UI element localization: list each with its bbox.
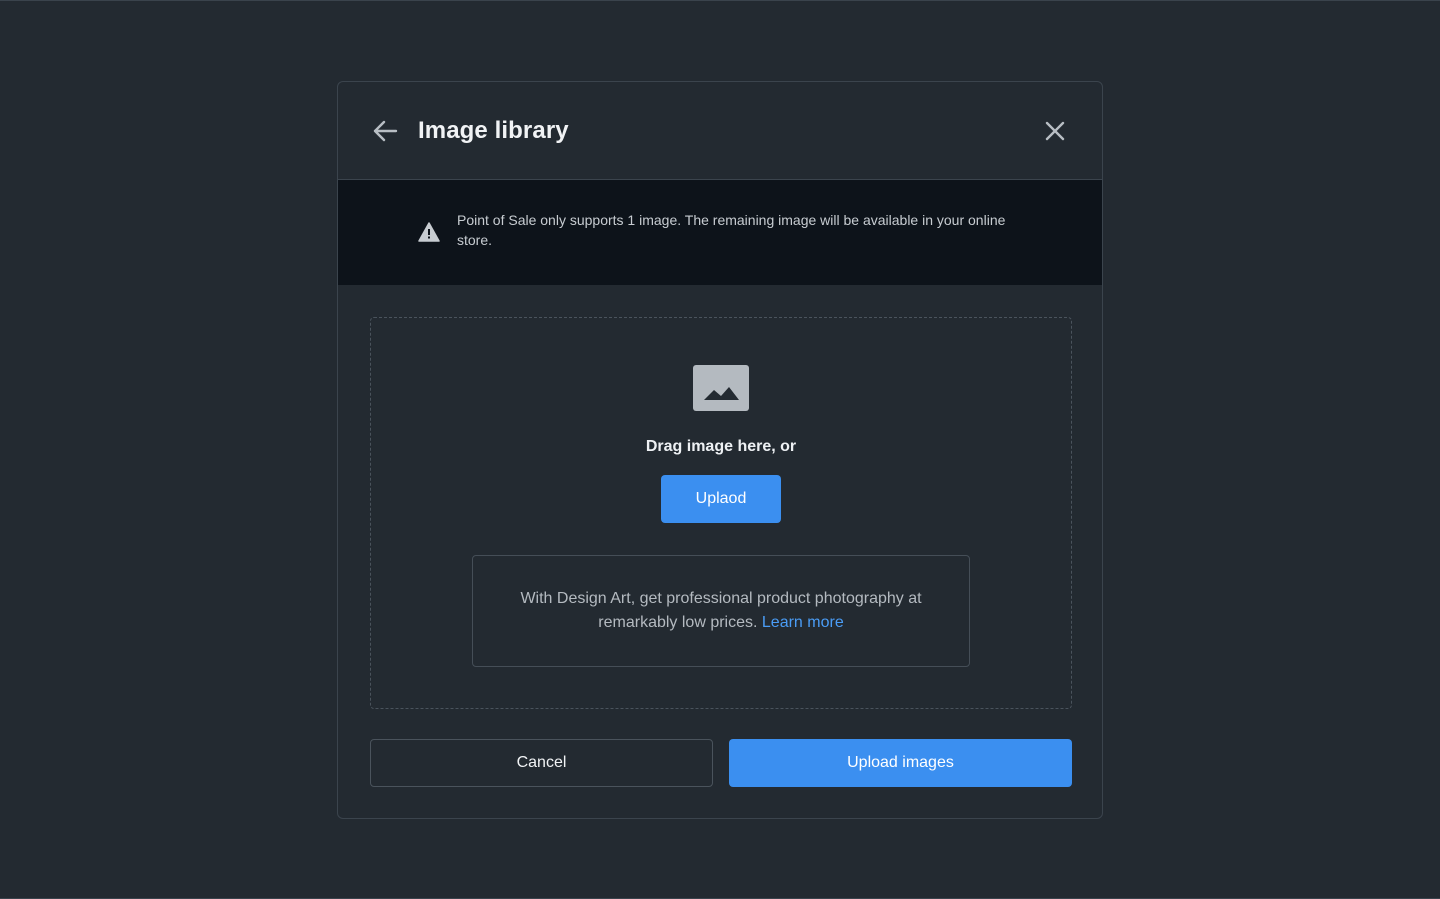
promo-text: With Design Art, get professional produc… [503, 587, 939, 635]
image-dropzone[interactable]: Drag image here, or Uplaod With Design A… [370, 317, 1072, 709]
close-button[interactable] [1040, 116, 1070, 146]
upload-button[interactable]: Uplaod [661, 475, 781, 523]
close-icon [1045, 121, 1065, 141]
design-art-promo: With Design Art, get professional produc… [472, 555, 970, 667]
image-placeholder-icon [693, 365, 749, 411]
arrow-left-icon [373, 120, 398, 142]
warning-icon [418, 222, 440, 242]
dialog-header: Image library [338, 82, 1102, 180]
drag-instruction: Drag image here, or [645, 438, 797, 455]
back-button[interactable] [370, 116, 400, 146]
app-frame: Image library Point of Sale only support… [0, 0, 1440, 899]
learn-more-link[interactable]: Learn more [762, 614, 844, 631]
upload-images-button[interactable]: Upload images [729, 739, 1072, 787]
warning-banner: Point of Sale only supports 1 image. The… [338, 180, 1102, 285]
cancel-button[interactable]: Cancel [370, 739, 713, 787]
dialog-title: Image library [418, 117, 569, 144]
promo-message: With Design Art, get professional produc… [520, 590, 922, 631]
warning-message: Point of Sale only supports 1 image. The… [457, 212, 1006, 248]
image-library-dialog: Image library Point of Sale only support… [337, 81, 1103, 819]
